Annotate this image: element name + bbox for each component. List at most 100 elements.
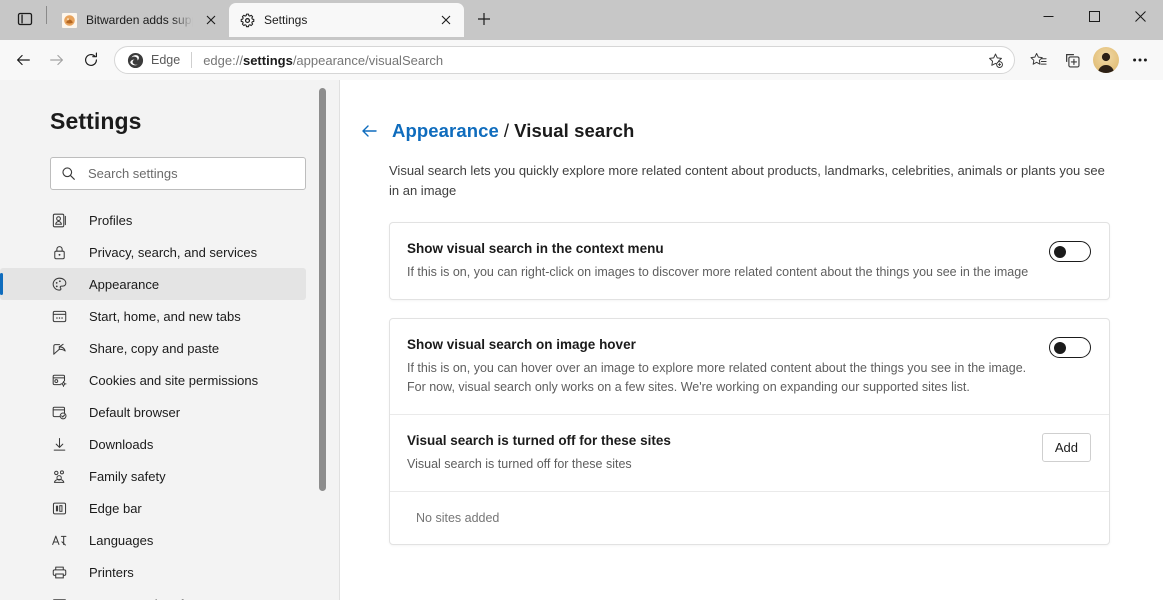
- sidebar-item-label: Downloads: [89, 437, 153, 452]
- cookies-icon: [50, 371, 68, 389]
- sidebar-item-appearance[interactable]: Appearance: [0, 268, 306, 300]
- back-arrow-icon: [359, 121, 379, 141]
- sidebar-item-default-browser[interactable]: Default browser: [0, 396, 306, 428]
- edge-site-badge: Edge: [127, 52, 180, 69]
- sidebar-item-label: Cookies and site permissions: [89, 373, 258, 388]
- forward-button[interactable]: [40, 45, 74, 75]
- breadcrumb-separator: /: [504, 120, 509, 141]
- url-prefix: edge://: [203, 53, 243, 68]
- edge-logo-icon: [127, 52, 144, 69]
- sidebar-item-label: Default browser: [89, 405, 180, 420]
- toggle-show-visual-search-in-context-menu[interactable]: [1049, 241, 1091, 262]
- edge-bar-icon: [50, 499, 68, 517]
- sidebar-item-label: Privacy, search, and services: [89, 245, 257, 260]
- setting-card-image-hover: Show visual search on image hover If thi…: [389, 318, 1110, 545]
- profile-button[interactable]: [1089, 45, 1123, 75]
- bitwarden-favicon: [61, 12, 77, 28]
- collections-button[interactable]: [1055, 45, 1089, 75]
- sidebar-item-printers[interactable]: Printers: [0, 556, 306, 588]
- favorites-button[interactable]: [1021, 45, 1055, 75]
- setting-text: Show visual search on image hover If thi…: [407, 336, 1033, 397]
- default-browser-icon: [50, 403, 68, 421]
- blocked-sites-empty-state: No sites added: [390, 492, 1109, 544]
- add-site-button[interactable]: Add: [1042, 433, 1091, 462]
- settings-nav-list: Profiles Privacy, search, and services: [0, 204, 340, 600]
- forward-arrow-icon: [48, 51, 66, 69]
- printer-icon: [50, 563, 68, 581]
- search-settings-box[interactable]: [50, 157, 306, 190]
- close-icon: [1135, 11, 1146, 22]
- browser-tab-2-close-button[interactable]: [436, 10, 456, 30]
- page-description: Visual search lets you quickly explore m…: [389, 161, 1109, 201]
- sidebar-item-system-and-performance[interactable]: System and performance: [0, 588, 306, 600]
- breadcrumb-current: Visual search: [514, 120, 634, 141]
- setting-description: If this is on, you can right-click on im…: [407, 263, 1033, 282]
- settings-sidebar: Settings Profiles: [0, 80, 340, 600]
- settings-title: Settings: [0, 80, 340, 135]
- title-bar: Bitwarden adds support for Simp Settings: [0, 0, 1163, 40]
- plus-icon: [477, 12, 491, 26]
- back-button[interactable]: [6, 45, 40, 75]
- more-settings-icon: [1131, 51, 1149, 69]
- new-tab-button[interactable]: [469, 4, 499, 34]
- edge-badge-label: Edge: [151, 53, 180, 67]
- profiles-icon: [50, 211, 68, 229]
- breadcrumb-parent-link[interactable]: Appearance: [392, 120, 499, 141]
- browser-tab-1-close-button[interactable]: [201, 10, 221, 30]
- search-icon: [61, 166, 76, 181]
- breadcrumb-text: Appearance/Visual search: [392, 120, 634, 142]
- back-to-appearance-button[interactable]: [358, 120, 380, 142]
- setting-title: Show visual search in the context menu: [407, 240, 1033, 258]
- sidebar-item-family-safety[interactable]: Family safety: [0, 460, 306, 492]
- sidebar-scrollbar[interactable]: [319, 88, 326, 588]
- tab-strip: Bitwarden adds support for Simp Settings: [0, 0, 499, 40]
- tab-search-button[interactable]: [8, 2, 42, 36]
- sidebar-item-edge-bar[interactable]: Edge bar: [0, 492, 306, 524]
- sidebar-item-privacy-search-and-services[interactable]: Privacy, search, and services: [0, 236, 306, 268]
- minimize-button[interactable]: [1025, 0, 1071, 32]
- omnibox-divider: [191, 52, 192, 68]
- collections-icon: [1063, 51, 1082, 70]
- refresh-button[interactable]: [74, 45, 108, 75]
- avatar-silhouette-icon: [1093, 47, 1119, 73]
- sidebar-item-label: System and performance: [89, 597, 234, 600]
- more-settings-button[interactable]: [1123, 45, 1157, 75]
- sidebar-item-start-home-and-new-tabs[interactable]: Start, home, and new tabs: [0, 300, 306, 332]
- sidebar-item-label: Share, copy and paste: [89, 341, 219, 356]
- sidebar-item-label: Appearance: [89, 277, 159, 292]
- sidebar-item-downloads[interactable]: Downloads: [0, 428, 306, 460]
- setting-title: Visual search is turned off for these si…: [407, 432, 1026, 450]
- sidebar-item-share-copy-and-paste[interactable]: Share, copy and paste: [0, 332, 306, 364]
- browser-tab-1[interactable]: Bitwarden adds support for Simp: [51, 3, 229, 37]
- setting-description: Visual search is turned off for these si…: [407, 455, 1026, 474]
- setting-row: Show visual search on image hover If thi…: [390, 319, 1109, 414]
- add-favorite-button[interactable]: [982, 47, 1008, 73]
- sidebar-scrollbar-thumb[interactable]: [319, 88, 326, 491]
- sidebar-item-cookies-and-site-permissions[interactable]: Cookies and site permissions: [0, 364, 306, 396]
- close-window-button[interactable]: [1117, 0, 1163, 32]
- download-arrow-icon: [50, 435, 68, 453]
- breadcrumb: Appearance/Visual search: [340, 80, 1163, 142]
- close-icon: [206, 15, 216, 25]
- sidebar-item-profiles[interactable]: Profiles: [0, 204, 306, 236]
- setting-row: Show visual search in the context menu I…: [390, 223, 1109, 299]
- url-suffix: /appearance/visualSearch: [293, 53, 443, 68]
- search-settings-input[interactable]: [88, 166, 295, 181]
- gear-icon: [239, 12, 255, 28]
- address-bar[interactable]: Edge edge://settings/appearance/visualSe…: [114, 46, 1015, 74]
- browser-tab-1-title: Bitwarden adds support for Simp: [86, 13, 193, 27]
- setting-card-context-menu: Show visual search in the context menu I…: [389, 222, 1110, 300]
- sidebar-item-label: Languages: [89, 533, 153, 548]
- sidebar-item-languages[interactable]: Languages: [0, 524, 306, 556]
- favorites-list-icon: [1029, 51, 1048, 70]
- browser-tab-2[interactable]: Settings: [229, 3, 464, 37]
- toggle-show-visual-search-on-image-hover[interactable]: [1049, 337, 1091, 358]
- setting-title: Show visual search on image hover: [407, 336, 1033, 354]
- share-icon: [50, 339, 68, 357]
- maximize-button[interactable]: [1071, 0, 1117, 32]
- url-highlight: settings: [243, 53, 293, 68]
- sidebar-item-label: Family safety: [89, 469, 166, 484]
- family-icon: [50, 467, 68, 485]
- tab-search-icon: [17, 11, 33, 27]
- sidebar-item-label: Edge bar: [89, 501, 142, 516]
